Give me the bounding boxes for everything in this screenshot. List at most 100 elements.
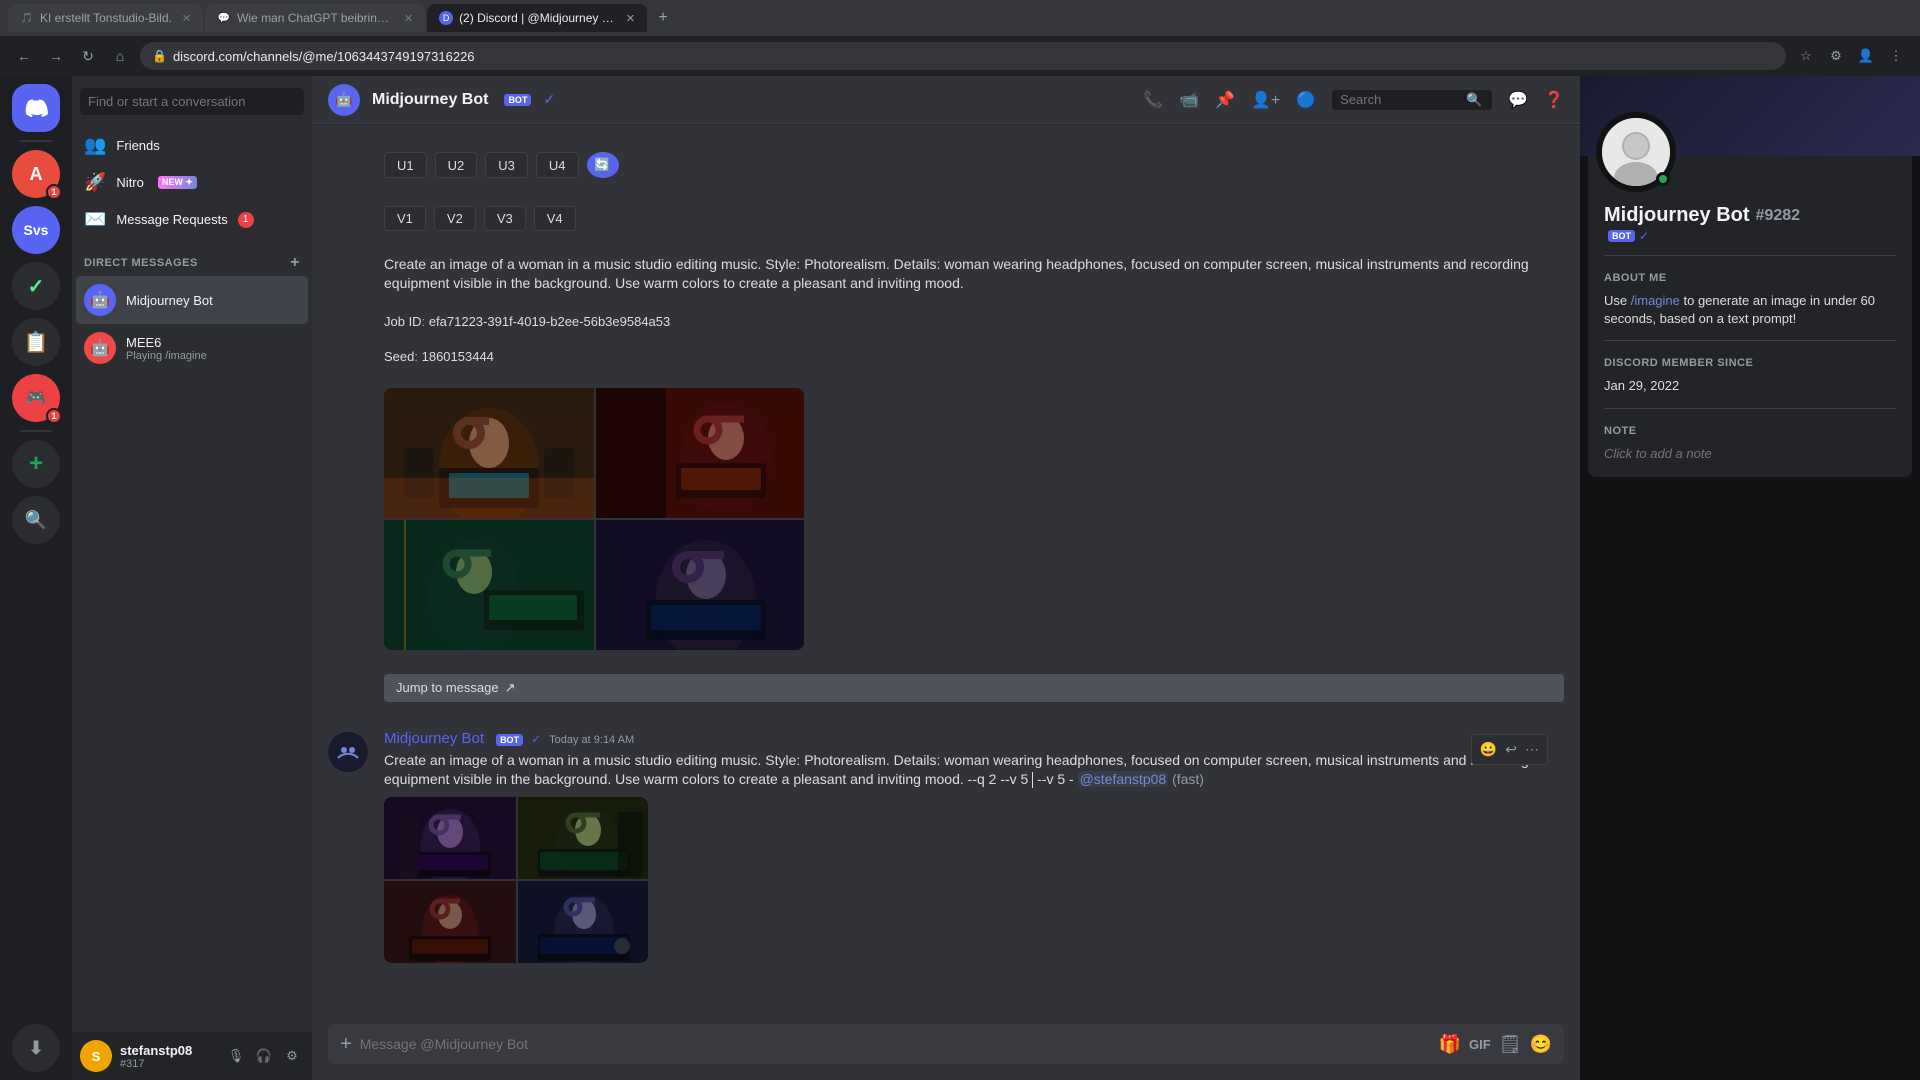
profile-name: Midjourney Bot: [1604, 204, 1750, 227]
verified-checkmark-icon: ✓: [543, 91, 555, 108]
seed-label: Seed: [384, 349, 414, 364]
job-id-label: Job ID: [384, 314, 422, 329]
u4-button[interactable]: U4: [536, 152, 579, 178]
jump-to-message-label: Jump to message: [396, 680, 499, 695]
channel-avatar: 🤖: [328, 84, 360, 116]
jump-to-message-button[interactable]: Jump to message ↗: [384, 674, 1564, 702]
mention-span: @stefanstp08: [1078, 771, 1169, 787]
image-cell-6: [518, 797, 648, 879]
download-button[interactable]: ⬇: [12, 1024, 60, 1072]
image-cell-1: [384, 388, 594, 518]
u3-button[interactable]: U3: [485, 152, 528, 178]
server-icon-2[interactable]: Svs: [12, 206, 60, 254]
new-tab-button[interactable]: +: [649, 4, 677, 32]
tab-1[interactable]: 🎵 KI erstellt Tonstudio-Bild. ✕: [8, 4, 203, 32]
member-since-date: Jan 29, 2022: [1604, 377, 1896, 395]
mute-button[interactable]: 🎙: [224, 1044, 248, 1068]
member-since-section: DISCORD MEMBER SINCE Jan 29, 2022: [1604, 357, 1896, 395]
dm-item-mee6[interactable]: 🤖 MEE6 Playing /imagine: [76, 324, 308, 372]
video-button[interactable]: 📹: [1179, 90, 1199, 110]
about-me-title: ABOUT ME: [1604, 272, 1896, 284]
sticker-button[interactable]: 🗒: [1499, 1034, 1522, 1055]
discover-button[interactable]: 🔍: [12, 496, 60, 544]
dm-search-input[interactable]: [80, 88, 304, 115]
pin-button[interactable]: 📌: [1215, 90, 1235, 110]
seed-value: 1860153444: [422, 349, 494, 364]
refresh-button[interactable]: 🔄: [587, 152, 619, 178]
add-members-button[interactable]: 👤+: [1251, 90, 1280, 110]
image-cell-5: [384, 797, 516, 879]
emoji-button[interactable]: 😊: [1530, 1034, 1552, 1055]
user-info: stefanstp08 #317: [120, 1043, 216, 1070]
dm-item-midjourney[interactable]: 🤖 Midjourney Bot: [76, 276, 308, 324]
inbox-button[interactable]: 🔵: [1296, 90, 1316, 110]
help-button[interactable]: ❓: [1544, 90, 1564, 110]
ssl-lock-icon: 🔒: [152, 49, 167, 63]
add-server-button[interactable]: +: [12, 440, 60, 488]
header-search-area[interactable]: 🔍: [1332, 90, 1492, 110]
home-button[interactable]: ⌂: [108, 44, 132, 68]
forward-button[interactable]: →: [44, 44, 68, 68]
message-2-header: Midjourney Bot BOT ✓ Today at 9:14 AM: [384, 730, 1564, 747]
nitro-nav-item[interactable]: 🚀 Nitro NEW ✦: [76, 164, 308, 201]
channel-header: 🤖 Midjourney Bot BOT ✓ 📞 📹 📌 👤+ 🔵 🔍 💬 ❓: [312, 76, 1580, 124]
message-attach-button[interactable]: +: [340, 1025, 352, 1064]
settings-button[interactable]: ⚙: [280, 1044, 304, 1068]
search-icon: 🔍: [1466, 92, 1482, 108]
server-icon-1[interactable]: A 1: [12, 150, 60, 198]
home-button[interactable]: [12, 84, 60, 132]
extension-button[interactable]: ⚙: [1824, 44, 1848, 68]
message-input[interactable]: [360, 1024, 1431, 1064]
v1-button[interactable]: V1: [384, 206, 426, 231]
profile-verified-icon: ✓: [1639, 229, 1649, 243]
gift-icon[interactable]: 🎁: [1439, 1034, 1461, 1055]
tab-1-favicon: 🎵: [20, 11, 34, 25]
action-buttons-row-2: V1 V2 V3 V4: [384, 206, 1564, 231]
dm-button[interactable]: 💬: [1508, 90, 1528, 110]
channel-name: Midjourney Bot: [372, 91, 488, 109]
v3-button[interactable]: V3: [484, 206, 526, 231]
search-input[interactable]: [1340, 92, 1460, 107]
server-icon-4[interactable]: 📋: [12, 318, 60, 366]
react-button[interactable]: 😀: [1478, 739, 1499, 760]
address-bar[interactable]: 🔒 discord.com/channels/@me/1063443749197…: [140, 42, 1786, 70]
note-title: NOTE: [1604, 425, 1896, 437]
profile-button[interactable]: 👤: [1854, 44, 1878, 68]
back-button[interactable]: ←: [12, 44, 36, 68]
message-requests-nav-item[interactable]: ✉️ Message Requests 1: [76, 201, 308, 238]
direct-messages-label: DIRECT MESSAGES: [84, 257, 198, 269]
tab-2[interactable]: 💬 Wie man ChatGPT beibringt, be... ✕: [205, 4, 425, 32]
server-icon-5[interactable]: 🎮 1: [12, 374, 60, 422]
friends-nav-item[interactable]: 👥 Friends: [76, 127, 308, 164]
more-actions-button[interactable]: ⋯: [1523, 739, 1541, 760]
tab-1-close[interactable]: ✕: [182, 12, 191, 25]
u1-button[interactable]: U1: [384, 152, 427, 178]
note-input[interactable]: [1604, 446, 1896, 461]
nav-bar: ← → ↻ ⌂ 🔒 discord.com/channels/@me/10634…: [0, 36, 1920, 76]
u2-button[interactable]: U2: [435, 152, 478, 178]
image-cell-4: [596, 520, 804, 650]
message-requests-badge: 1: [238, 212, 254, 228]
deafen-button[interactable]: 🎧: [252, 1044, 276, 1068]
server-icon-3[interactable]: ✓: [12, 262, 60, 310]
menu-button[interactable]: ⋮: [1884, 44, 1908, 68]
v2-button[interactable]: V2: [434, 206, 476, 231]
tab-3[interactable]: D (2) Discord | @Midjourney Bot ✕: [427, 4, 647, 32]
imagine-command-link[interactable]: /imagine: [1631, 293, 1680, 308]
call-button[interactable]: 📞: [1143, 90, 1163, 110]
tab-2-close[interactable]: ✕: [404, 12, 413, 25]
bot-badge-row: BOT ✓: [1604, 229, 1896, 243]
reload-button[interactable]: ↻: [76, 44, 100, 68]
member-since-title: DISCORD MEMBER SINCE: [1604, 357, 1896, 369]
reply-button[interactable]: ↩: [1503, 739, 1519, 760]
bookmark-star-icon[interactable]: ☆: [1794, 44, 1818, 68]
message-2-author: Midjourney Bot: [384, 730, 484, 747]
profile-discriminator: #9282: [1756, 207, 1801, 225]
profile-divider-1: [1604, 255, 1896, 256]
gif-button[interactable]: GIF: [1469, 1037, 1491, 1052]
image-cell-2: [596, 388, 804, 518]
user-avatar: S: [80, 1040, 112, 1072]
v4-button[interactable]: V4: [534, 206, 576, 231]
tab-3-close[interactable]: ✕: [626, 12, 635, 25]
new-dm-button[interactable]: +: [290, 254, 300, 272]
